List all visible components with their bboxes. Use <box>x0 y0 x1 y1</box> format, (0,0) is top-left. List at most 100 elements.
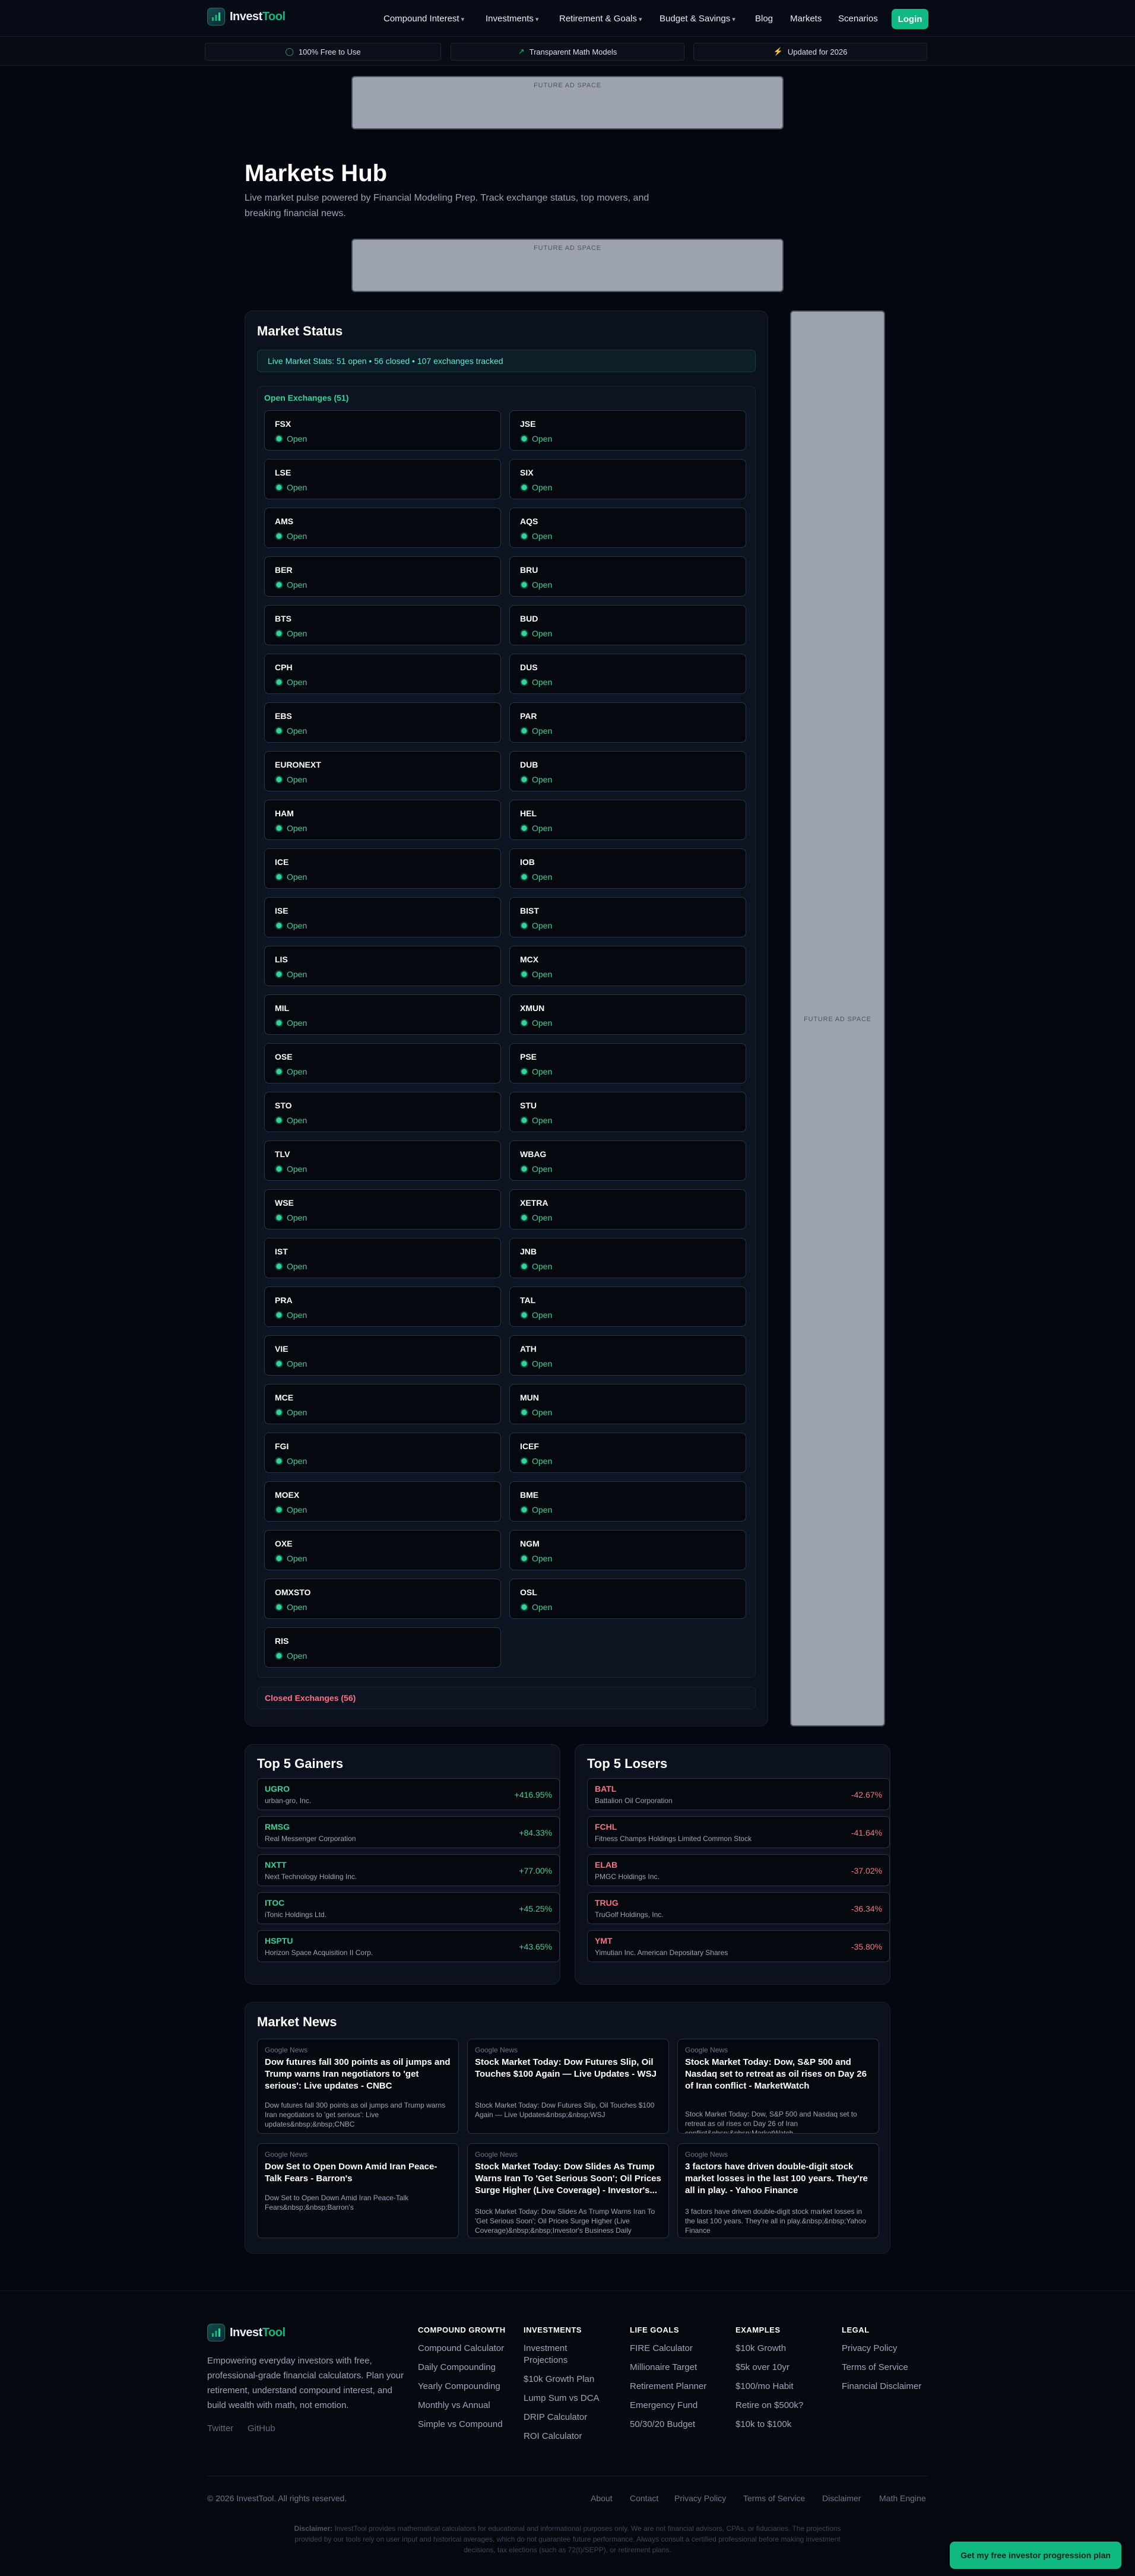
footer-link[interactable]: Compound Calculator <box>418 2343 504 2355</box>
exchange-card[interactable]: OSL Open <box>509 1579 746 1619</box>
exchange-card[interactable]: LIS Open <box>264 946 501 986</box>
footer-link[interactable]: $10k Growth <box>735 2343 786 2355</box>
exchange-card[interactable]: PAR Open <box>509 702 746 743</box>
exchange-card[interactable]: JNB Open <box>509 1238 746 1278</box>
news-headline[interactable]: Stock Market Today: Dow Futures Slip, Oi… <box>475 2057 662 2080</box>
news-headline[interactable]: Stock Market Today: Dow Slides As Trump … <box>475 2161 662 2197</box>
footer-link[interactable]: Retirement Planner <box>630 2381 706 2393</box>
exchange-card[interactable]: MIL Open <box>264 994 501 1035</box>
exchange-card[interactable]: SIX Open <box>509 459 746 499</box>
exchange-card[interactable]: ATH Open <box>509 1335 746 1376</box>
exchange-card[interactable]: HEL Open <box>509 800 746 840</box>
news-card[interactable]: Google News Stock Market Today: Dow Slide… <box>467 2143 669 2238</box>
nav-scenarios[interactable]: Scenarios <box>838 0 878 37</box>
nav-investments[interactable]: Investments <box>486 0 538 37</box>
exchange-card[interactable]: IOB Open <box>509 848 746 889</box>
exchange-card[interactable]: ICEF Open <box>509 1433 746 1473</box>
closed-exchanges-header[interactable]: Closed Exchanges (56) <box>257 1687 756 1709</box>
footer-logo[interactable]: InvestTool <box>207 2324 286 2341</box>
footer-link[interactable]: $5k over 10yr <box>735 2362 790 2374</box>
exchange-card[interactable]: OSE Open <box>264 1043 501 1083</box>
exchange-card[interactable]: CPH Open <box>264 654 501 694</box>
exchange-card[interactable]: TAL Open <box>509 1287 746 1327</box>
exchange-card[interactable]: DUB Open <box>509 751 746 791</box>
open-exchanges-header[interactable]: Open Exchanges (51) <box>264 393 348 403</box>
loser-row[interactable]: FCHL Fitness Champs Holdings Limited Comm… <box>587 1816 890 1848</box>
footer-bottom-link[interactable]: Math Engine <box>879 2493 926 2503</box>
exchange-card[interactable]: FSX Open <box>264 410 501 451</box>
loser-row[interactable]: BATL Battalion Oil Corporation -42.67% <box>587 1778 890 1810</box>
gainer-row[interactable]: HSPTU Horizon Space Acquisition II Corp. +… <box>257 1930 560 1962</box>
nav-budget-savings[interactable]: Budget & Savings <box>660 0 735 37</box>
exchange-card[interactable]: BER Open <box>264 556 501 597</box>
footer-link[interactable]: Monthly vs Annual <box>418 2400 490 2412</box>
exchange-card[interactable]: MOEX Open <box>264 1481 501 1522</box>
exchange-card[interactable]: VIE Open <box>264 1335 501 1376</box>
exchange-card[interactable]: BRU Open <box>509 556 746 597</box>
footer-link[interactable]: $10k Growth Plan <box>524 2374 594 2385</box>
gainer-row[interactable]: ITOC iTonic Holdings Ltd. +45.25% <box>257 1892 560 1924</box>
exchange-card[interactable]: NGM Open <box>509 1530 746 1570</box>
footer-bottom-link[interactable]: About <box>591 2493 613 2503</box>
footer-link[interactable]: Investment Projections <box>524 2343 595 2366</box>
exchange-card[interactable]: TLV Open <box>264 1140 501 1181</box>
exchange-card[interactable]: XMUN Open <box>509 994 746 1035</box>
loser-row[interactable]: TRUG TruGolf Holdings, Inc. -36.34% <box>587 1892 890 1924</box>
exchange-card[interactable]: AMS Open <box>264 508 501 548</box>
news-card[interactable]: Google News 3 factors have driven double-… <box>677 2143 879 2238</box>
news-card[interactable]: Google News Stock Market Today: Dow Futur… <box>467 2039 669 2134</box>
exchange-card[interactable]: BTS Open <box>264 605 501 645</box>
gainer-row[interactable]: RMSG Real Messenger Corporation +84.33% <box>257 1816 560 1848</box>
footer-link[interactable]: Emergency Fund <box>630 2400 698 2412</box>
exchange-card[interactable]: BUD Open <box>509 605 746 645</box>
exchange-card[interactable]: WSE Open <box>264 1189 501 1230</box>
logo[interactable]: InvestTool <box>207 8 286 26</box>
news-headline[interactable]: 3 factors have driven double-digit stock… <box>685 2161 873 2197</box>
exchange-card[interactable]: XETRA Open <box>509 1189 746 1230</box>
news-headline[interactable]: Dow futures fall 300 points as oil jumps… <box>265 2057 452 2092</box>
gainer-row[interactable]: UGRO urban-gro, Inc. +416.95% <box>257 1778 560 1810</box>
news-card[interactable]: Google News Stock Market Today: Dow, S&P … <box>677 2039 879 2134</box>
exchange-card[interactable]: OMXSTO Open <box>264 1579 501 1619</box>
nav-markets[interactable]: Markets <box>790 0 822 37</box>
exchange-card[interactable]: BME Open <box>509 1481 746 1522</box>
exchange-card[interactable]: MUN Open <box>509 1384 746 1424</box>
footer-link[interactable]: 50/30/20 Budget <box>630 2419 695 2431</box>
footer-bottom-link[interactable]: Terms of Service <box>743 2493 805 2503</box>
exchange-card[interactable]: EBS Open <box>264 702 501 743</box>
footer-bottom-link[interactable]: Privacy Policy <box>674 2493 726 2503</box>
exchange-card[interactable]: JSE Open <box>509 410 746 451</box>
footer-link[interactable]: Daily Compounding <box>418 2362 496 2374</box>
social-github-link[interactable]: GitHub <box>248 2423 275 2434</box>
exchange-card[interactable]: RIS Open <box>264 1627 501 1668</box>
footer-link[interactable]: DRIP Calculator <box>524 2412 587 2423</box>
exchange-card[interactable]: MCX Open <box>509 946 746 986</box>
footer-link[interactable]: Terms of Service <box>842 2362 908 2374</box>
news-card[interactable]: Google News Dow Set to Open Down Amid Ira… <box>257 2143 459 2238</box>
footer-bottom-link[interactable]: Contact <box>630 2493 658 2503</box>
exchange-card[interactable]: HAM Open <box>264 800 501 840</box>
exchange-card[interactable]: IST Open <box>264 1238 501 1278</box>
footer-link[interactable]: FIRE Calculator <box>630 2343 693 2355</box>
loser-row[interactable]: ELAB PMGC Holdings Inc. -37.02% <box>587 1854 890 1886</box>
footer-link[interactable]: Yearly Compounding <box>418 2381 500 2393</box>
nav-retirement-goals[interactable]: Retirement & Goals <box>559 0 642 37</box>
exchange-card[interactable]: STO Open <box>264 1092 501 1132</box>
nav-blog[interactable]: Blog <box>755 0 773 37</box>
news-card[interactable]: Google News Dow futures fall 300 points a… <box>257 2039 459 2134</box>
footer-link[interactable]: $10k to $100k <box>735 2419 791 2431</box>
footer-bottom-link[interactable]: Disclaimer <box>822 2493 861 2503</box>
login-button[interactable]: Login <box>892 9 928 29</box>
exchange-card[interactable]: LSE Open <box>264 459 501 499</box>
footer-link[interactable]: Privacy Policy <box>842 2343 897 2355</box>
exchange-card[interactable]: ICE Open <box>264 848 501 889</box>
news-headline[interactable]: Dow Set to Open Down Amid Iran Peace-Tal… <box>265 2161 452 2185</box>
exchange-card[interactable]: BIST Open <box>509 897 746 937</box>
exchange-card[interactable]: STU Open <box>509 1092 746 1132</box>
investor-plan-cta-button[interactable]: Get my free investor progression plan <box>950 2542 1121 2569</box>
gainer-row[interactable]: NXTT Next Technology Holding Inc. +77.00% <box>257 1854 560 1886</box>
footer-link[interactable]: Simple vs Compound <box>418 2419 503 2431</box>
footer-link[interactable]: Millionaire Target <box>630 2362 697 2374</box>
news-headline[interactable]: Stock Market Today: Dow, S&P 500 and Nas… <box>685 2057 873 2092</box>
exchange-card[interactable]: EURONEXT Open <box>264 751 501 791</box>
